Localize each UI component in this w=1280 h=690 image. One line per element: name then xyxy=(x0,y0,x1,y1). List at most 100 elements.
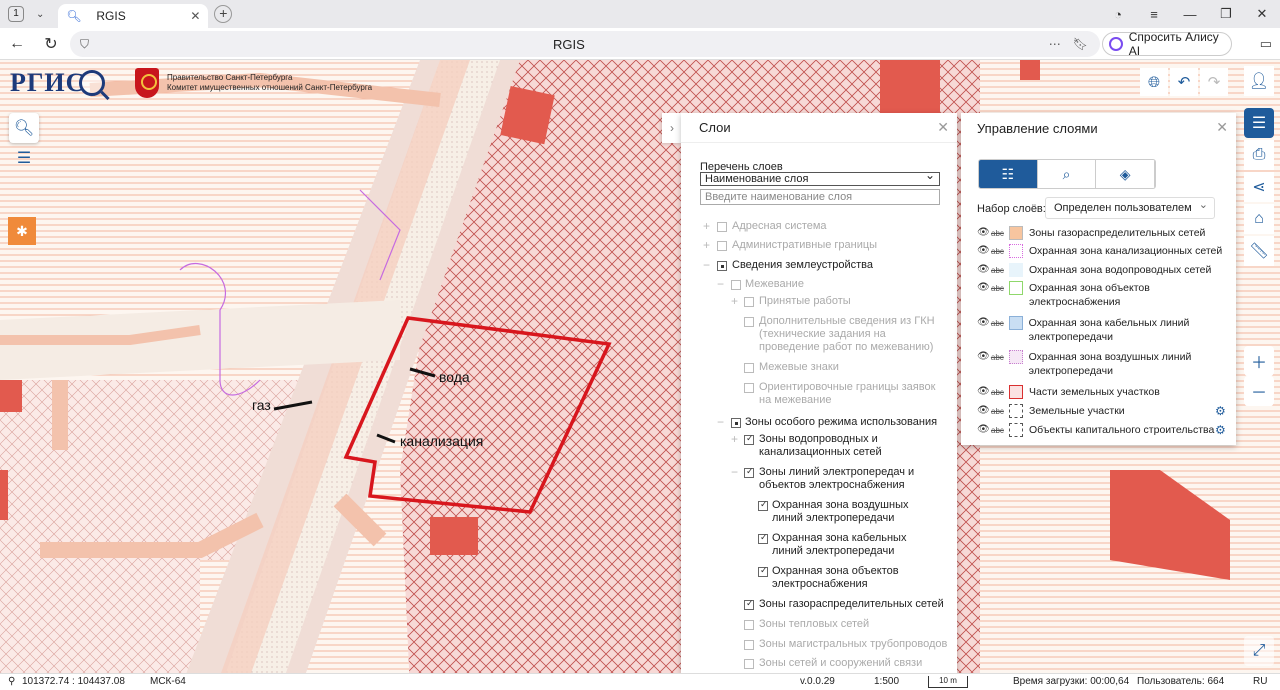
restore-icon[interactable]: ❐ xyxy=(1208,6,1244,22)
tab-count-badge[interactable]: 1 xyxy=(8,6,24,22)
eye-icon[interactable]: 👁︎ xyxy=(977,281,991,295)
eye-icon[interactable]: 👁︎ xyxy=(977,316,991,330)
layer-checkbox[interactable] xyxy=(744,297,754,307)
label-toggle-icon[interactable]: abc xyxy=(991,351,1009,365)
layer-checkbox[interactable] xyxy=(717,241,727,251)
sidebar-icon[interactable]: ▭ xyxy=(1260,36,1272,52)
print-button[interactable]: ⎙ xyxy=(1244,140,1274,170)
globe-icon[interactable]: 🌐︎ xyxy=(1140,68,1168,96)
tree-item-mezhevanie[interactable]: Межевание xyxy=(745,278,804,291)
menu-icon[interactable]: ≡ xyxy=(1136,7,1172,22)
expand-icon[interactable]: + xyxy=(703,219,710,233)
tree-item-admin[interactable]: Административные границы xyxy=(732,239,877,252)
tree-item-power[interactable]: Зоны линий электропередач и объектов эле… xyxy=(759,466,919,492)
tree-item-heat[interactable]: Зоны тепловых сетей xyxy=(759,618,869,631)
layer-row[interactable]: 👁︎ abc Охранная зона водопроводных сетей xyxy=(977,263,1211,278)
expand-icon[interactable]: + xyxy=(703,238,710,252)
collapse-layers-button[interactable]: › xyxy=(662,113,682,143)
undo-icon[interactable]: ↶ xyxy=(1170,68,1198,96)
new-tab-button[interactable]: + xyxy=(214,5,233,23)
eye-icon[interactable]: 👁︎ xyxy=(977,244,991,258)
ask-alice-button[interactable]: Спросить Алису AI xyxy=(1102,30,1232,58)
layer-checkbox[interactable] xyxy=(744,659,754,669)
collapse-icon[interactable]: − xyxy=(717,415,724,429)
url-field[interactable]: ⛉ RGIS ⋯ 🔖︎ xyxy=(70,31,1100,57)
home-button[interactable]: ⌂ xyxy=(1244,204,1274,234)
expand-icon[interactable]: + xyxy=(731,294,738,308)
measure-button[interactable]: 📏︎ xyxy=(1244,236,1274,266)
expand-icon[interactable]: + xyxy=(731,432,738,446)
layer-checkbox[interactable] xyxy=(744,363,754,373)
layer-checkbox[interactable] xyxy=(717,261,727,271)
layer-checkbox[interactable] xyxy=(744,383,754,393)
stack-icon[interactable]: ◈ xyxy=(1096,160,1155,188)
layer-checkbox[interactable] xyxy=(744,598,754,610)
tree-item-water-sewer[interactable]: Зоны водопроводных и канализационных сет… xyxy=(759,433,899,459)
list-view-icon[interactable]: ☷ xyxy=(979,160,1038,188)
label-toggle-icon[interactable]: abc xyxy=(991,245,1009,259)
tree-item-gas[interactable]: Зоны газораспределительных сетей xyxy=(759,598,944,611)
user-button[interactable]: 👤︎ xyxy=(1244,66,1274,96)
map-search-button[interactable]: 🔍︎ xyxy=(9,113,39,143)
label-toggle-icon[interactable]: abc xyxy=(991,227,1009,241)
layer-checkbox[interactable] xyxy=(758,499,768,511)
close-tab-icon[interactable]: ✕ xyxy=(190,9,200,23)
filter-search-icon[interactable]: ⌕ xyxy=(1038,160,1097,188)
tree-item-address[interactable]: Адресная система xyxy=(732,220,827,233)
tree-item-applications[interactable]: Ориентировочные границы заявок на межева… xyxy=(759,381,939,407)
layer-row[interactable]: 👁︎ abc Охранная зона объектов электроснаб… xyxy=(977,281,1197,309)
layer-search-input[interactable]: Введите наименование слоя xyxy=(700,189,940,205)
main-menu-button[interactable]: ☰ xyxy=(9,143,39,173)
layer-checkbox[interactable] xyxy=(744,317,754,327)
tree-item-power-objects[interactable]: Охранная зона объектов электроснабжения xyxy=(772,565,912,591)
layer-checkbox[interactable] xyxy=(758,565,768,577)
collapse-icon[interactable]: − xyxy=(717,277,724,291)
layer-row[interactable]: 👁︎ abc Земельные участки ⚙︎ xyxy=(977,404,1226,419)
collapse-icon[interactable]: − xyxy=(731,465,738,479)
layer-checkbox[interactable] xyxy=(731,418,741,428)
minimize-icon[interactable]: — xyxy=(1172,7,1208,22)
more-icon[interactable]: ⋯ xyxy=(1049,37,1061,51)
shield-icon[interactable]: ⛉ xyxy=(80,37,89,52)
gear-icon[interactable]: ⚙︎ xyxy=(1215,404,1226,418)
layers-button[interactable]: ☰ xyxy=(1244,108,1274,138)
tree-item-air-lines[interactable]: Охранная зона воздушных линий электропер… xyxy=(772,499,932,525)
bookmark-icon[interactable]: 🔖︎ xyxy=(1073,37,1088,51)
label-toggle-icon[interactable]: abc xyxy=(991,405,1009,419)
label-toggle-icon[interactable]: abc xyxy=(991,386,1009,400)
tree-item-pipelines[interactable]: Зоны магистральных трубопроводов xyxy=(759,638,947,651)
zoom-out-button[interactable]: － xyxy=(1244,376,1274,406)
eye-icon[interactable]: 👁︎ xyxy=(977,404,991,418)
layer-checkbox[interactable] xyxy=(717,222,727,232)
browser-tab[interactable]: 🔍︎ RGIS ✕ xyxy=(58,4,209,28)
layer-checkbox[interactable] xyxy=(731,280,741,290)
crs-selector[interactable]: МСК-64 xyxy=(150,676,186,687)
label-toggle-icon[interactable]: abc xyxy=(991,424,1009,438)
layer-checkbox[interactable] xyxy=(744,620,754,630)
layer-set-select[interactable]: Определен пользователем xyxy=(1045,195,1215,219)
layer-row[interactable]: 👁︎ abc Охранная зона воздушных линий элек… xyxy=(977,350,1197,378)
tree-item-special-zones[interactable]: Зоны особого режима использования xyxy=(745,416,937,429)
layer-checkbox[interactable] xyxy=(744,433,754,445)
profile-icon[interactable]: ◔ xyxy=(1100,7,1136,22)
share-button[interactable]: ⋖ xyxy=(1244,172,1274,202)
close-window-icon[interactable]: ✕ xyxy=(1244,6,1280,22)
layer-row[interactable]: 👁︎ abc Зоны газораспределительных сетей xyxy=(977,226,1205,241)
eye-icon[interactable]: 👁︎ xyxy=(977,350,991,364)
tree-item-land[interactable]: Сведения землеустройства xyxy=(732,259,873,272)
redo-icon[interactable]: ↷ xyxy=(1200,68,1228,96)
layer-row[interactable]: 👁︎ abc Части земельных участков xyxy=(977,385,1160,400)
tabs-dropdown-icon[interactable]: ⌄ xyxy=(36,9,44,20)
eye-icon[interactable]: 👁︎ xyxy=(977,263,991,277)
label-toggle-icon[interactable]: abc xyxy=(991,317,1009,331)
label-toggle-icon[interactable]: abc xyxy=(991,282,1009,296)
tree-item-comms[interactable]: Зоны сетей и сооружений связи xyxy=(759,657,922,670)
layer-name-select[interactable]: Наименование слоя xyxy=(700,169,940,186)
tree-item-marks[interactable]: Межевые знаки xyxy=(759,361,839,374)
reload-icon[interactable]: ↻ xyxy=(34,34,68,54)
layer-row[interactable]: 👁︎ abc Объекты капитального строительства… xyxy=(977,423,1226,438)
language-selector[interactable]: RU xyxy=(1253,676,1267,687)
tree-item-gkn[interactable]: Дополнительные сведения из ГКН (техничес… xyxy=(759,315,939,354)
layer-checkbox[interactable] xyxy=(758,532,768,544)
fullscreen-button[interactable]: ⤢ xyxy=(1244,636,1274,666)
